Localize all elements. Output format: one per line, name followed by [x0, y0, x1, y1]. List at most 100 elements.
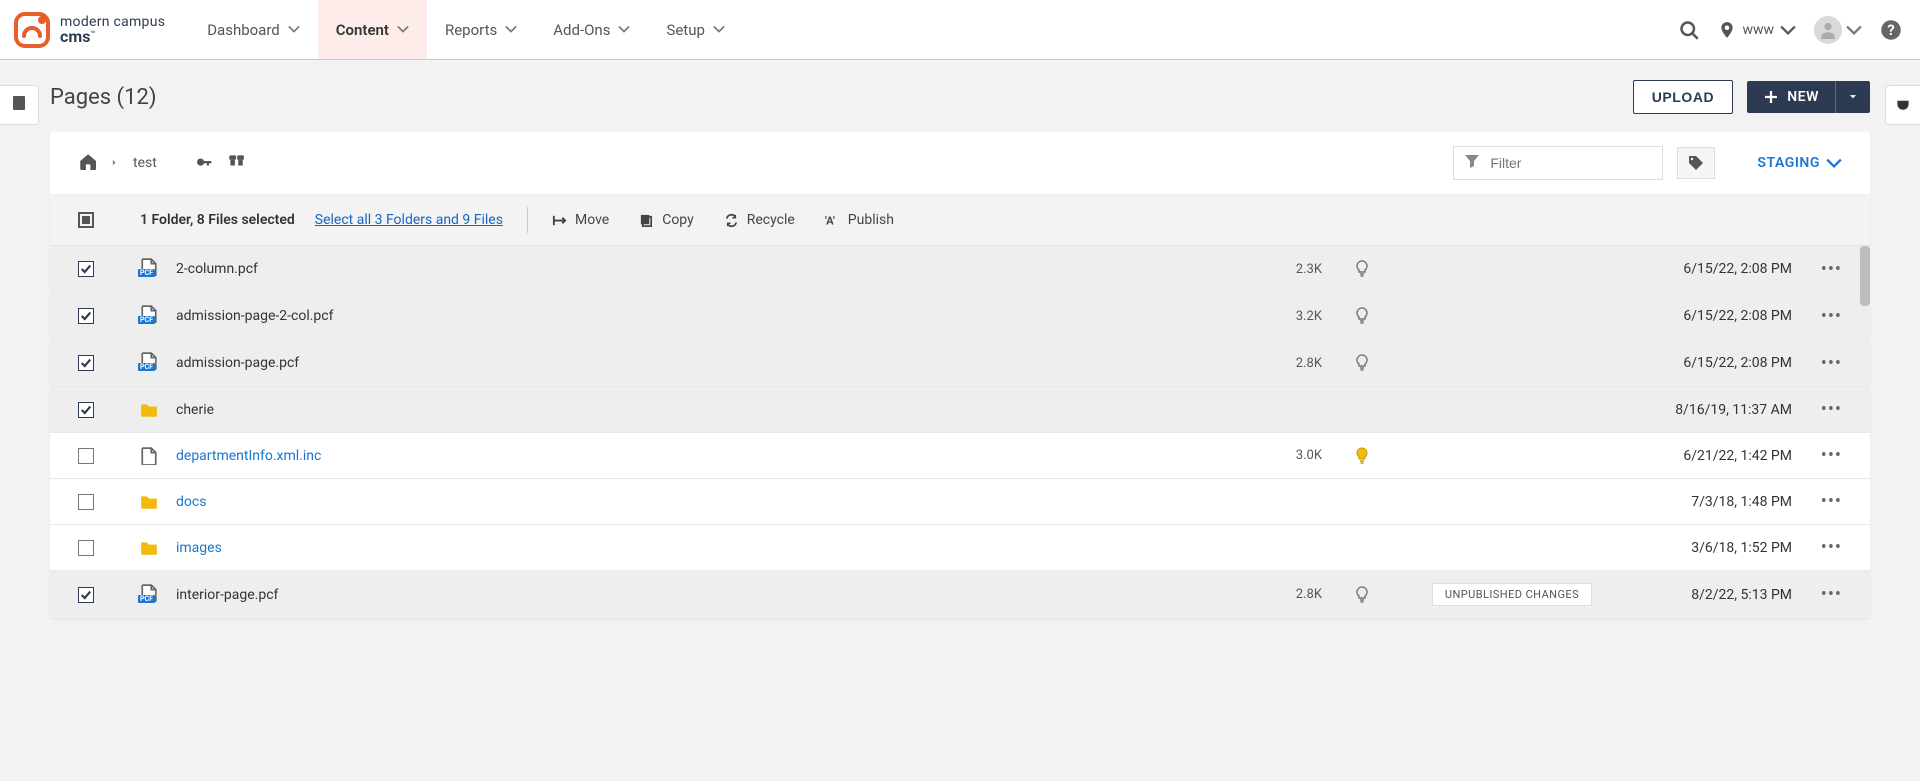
row-name[interactable]: admission-page-2-col.pcf — [176, 308, 1252, 324]
select-all-checkbox[interactable] — [78, 212, 94, 228]
row-date: 6/15/22, 2:08 PM — [1622, 308, 1792, 324]
nav-item-content[interactable]: Content — [318, 0, 427, 59]
user-menu[interactable] — [1814, 16, 1862, 44]
caret-right-icon — [110, 157, 119, 170]
row-more-button[interactable]: ••• — [1792, 259, 1842, 280]
chevron-down-icon — [618, 21, 630, 39]
tag-icon — [1688, 155, 1704, 171]
row-checkbox[interactable] — [78, 448, 94, 464]
row-more-button[interactable]: ••• — [1792, 537, 1842, 558]
nav-item-setup[interactable]: Setup — [648, 0, 742, 59]
access-icon[interactable] — [195, 152, 213, 174]
row-checkbox[interactable] — [78, 261, 94, 277]
select-all-link[interactable]: Select all 3 Folders and 9 Files — [315, 212, 503, 228]
row-more-button[interactable]: ••• — [1792, 584, 1842, 605]
row-more-button[interactable]: ••• — [1792, 306, 1842, 327]
row-name[interactable]: docs — [176, 494, 1252, 510]
checkmark-icon — [80, 310, 92, 322]
filter-input[interactable] — [1488, 154, 1652, 172]
row-checkbox[interactable] — [78, 308, 94, 324]
row-more-button[interactable]: ••• — [1792, 445, 1842, 466]
publish-icon — [825, 213, 840, 228]
row-name[interactable]: admission-page.pcf — [176, 355, 1252, 371]
table-row[interactable]: departmentInfo.xml.inc3.0K6/21/22, 1:42 … — [50, 433, 1870, 479]
row-name[interactable]: interior-page.pcf — [176, 587, 1252, 603]
tools-icon[interactable] — [227, 152, 245, 174]
staging-label: STAGING — [1757, 155, 1820, 171]
table-row[interactable]: PCF2-column.pcf2.3K 6/15/22, 2:08 PM••• — [50, 246, 1870, 293]
copy-action[interactable]: Copy — [639, 212, 694, 228]
status-bulb[interactable] — [1322, 447, 1402, 465]
row-checkbox[interactable] — [78, 402, 94, 418]
gadgets-toggle[interactable] — [1885, 85, 1920, 125]
row-checkbox[interactable] — [78, 494, 94, 510]
move-icon — [552, 213, 567, 228]
checkmark-icon — [80, 357, 92, 369]
home-icon — [78, 152, 96, 170]
tag-filter-button[interactable] — [1677, 147, 1715, 179]
nav-item-reports[interactable]: Reports — [427, 0, 535, 59]
logo-mark-icon — [12, 10, 52, 50]
new-button-label: NEW — [1787, 89, 1819, 105]
filter-input-wrapper[interactable] — [1453, 146, 1663, 180]
new-button-group: NEW — [1747, 81, 1870, 113]
new-dropdown-button[interactable] — [1835, 81, 1870, 113]
brand-logo[interactable]: modern campus cms™ — [12, 10, 165, 50]
file-icon — [140, 447, 158, 465]
table-row[interactable]: PCFinterior-page.pcf2.8KUNPUBLISHED CHAN… — [50, 571, 1870, 619]
status-bulb[interactable] — [1322, 307, 1402, 325]
help-icon[interactable] — [1880, 19, 1902, 41]
move-action[interactable]: Move — [552, 212, 609, 228]
new-button[interactable]: NEW — [1747, 81, 1835, 113]
row-name[interactable]: departmentInfo.xml.inc — [176, 448, 1252, 464]
site-selector[interactable]: www — [1718, 21, 1796, 39]
table-row[interactable]: PCF admission-page-2-col.pcf3.2K 6/15/22, … — [50, 293, 1870, 340]
row-size: 2.8K — [1252, 587, 1322, 602]
row-date: 3/6/18, 1:52 PM — [1622, 540, 1792, 556]
row-name[interactable]: images — [176, 540, 1252, 556]
row-type-icon: PCF — [140, 258, 176, 280]
pcf-file-icon: PCF — [140, 305, 158, 327]
breadcrumb-home[interactable] — [78, 152, 96, 174]
sidebar-toggle[interactable] — [0, 85, 39, 125]
nav-item-label: Setup — [666, 21, 704, 39]
nav-item-label: Add-Ons — [553, 21, 610, 39]
row-checkbox[interactable] — [78, 355, 94, 371]
checkmark-icon — [80, 263, 92, 275]
nav-item-add-ons[interactable]: Add-Ons — [535, 0, 648, 59]
nav-item-label: Reports — [445, 21, 497, 39]
row-date: 6/15/22, 2:08 PM — [1622, 261, 1792, 277]
table-row[interactable]: images 3/6/18, 1:52 PM••• — [50, 525, 1870, 571]
row-checkbox[interactable] — [78, 587, 94, 603]
divider — [527, 207, 528, 233]
row-more-button[interactable]: ••• — [1792, 399, 1842, 420]
table-row[interactable]: docs7/3/18, 1:48 PM••• — [50, 479, 1870, 525]
row-name[interactable]: 2-column.pcf — [176, 261, 1252, 277]
chevron-down-icon — [1780, 22, 1796, 38]
table-row[interactable]: PCFadmission-page.pcf2.8K6/15/22, 2:08 P… — [50, 340, 1870, 387]
row-size: 2.3K — [1252, 262, 1322, 277]
toolbox-icon — [227, 152, 245, 170]
table-row[interactable]: cherie8/16/19, 11:37 AM••• — [50, 387, 1870, 433]
breadcrumb-item[interactable]: test — [133, 155, 157, 171]
status-bulb[interactable] — [1322, 354, 1402, 372]
recycle-action[interactable]: Recycle — [724, 212, 795, 228]
chevron-down-icon — [713, 21, 725, 39]
lightbulb-icon — [1353, 307, 1371, 325]
upload-button[interactable]: UPLOAD — [1633, 80, 1733, 114]
staging-selector[interactable]: STAGING — [1757, 155, 1842, 171]
scrollbar-thumb[interactable] — [1860, 246, 1870, 306]
search-icon[interactable] — [1678, 19, 1700, 41]
chevron-down-icon — [397, 21, 409, 39]
row-checkbox[interactable] — [78, 540, 94, 556]
page-header: Pages (12) UPLOAD NEW — [50, 80, 1870, 114]
row-more-button[interactable]: ••• — [1792, 353, 1842, 374]
file-panel: test STAGING 1 Folder, 8 Files selected — [50, 132, 1870, 619]
row-name[interactable]: cherie — [176, 402, 1252, 418]
row-more-button[interactable]: ••• — [1792, 491, 1842, 512]
status-bulb[interactable] — [1322, 260, 1402, 278]
row-size: 3.2K — [1252, 309, 1322, 324]
nav-item-dashboard[interactable]: Dashboard — [189, 0, 318, 59]
publish-action[interactable]: Publish — [825, 212, 894, 228]
status-bulb[interactable] — [1322, 586, 1402, 604]
